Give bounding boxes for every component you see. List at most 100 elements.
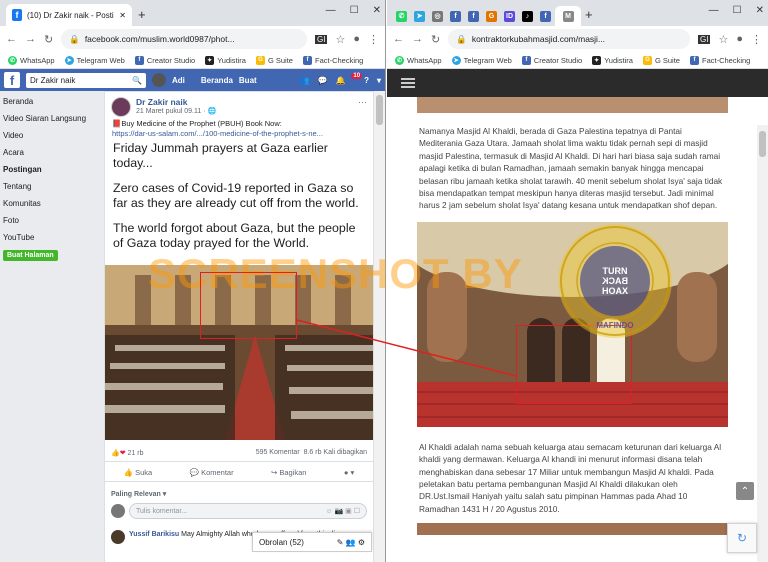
tab-page[interactable]: G bbox=[483, 6, 500, 26]
tab-facebook[interactable]: f (10) Dr Zakir naik - Postingan ✕ bbox=[6, 4, 132, 26]
messenger-icon[interactable]: 💬 bbox=[317, 76, 327, 85]
tab-active[interactable]: M bbox=[555, 6, 581, 26]
star-icon[interactable]: ☆ bbox=[335, 33, 345, 46]
nav-item[interactable]: YouTube bbox=[0, 229, 100, 246]
forward-icon[interactable]: → bbox=[25, 33, 36, 45]
facebook-search-input[interactable]: Dr Zakir naik 🔍 bbox=[26, 72, 146, 88]
post-options-icon[interactable]: ··· bbox=[358, 97, 367, 117]
menu-icon[interactable]: ⋮ bbox=[751, 33, 762, 46]
close-window-icon[interactable]: ✕ bbox=[756, 5, 764, 16]
maximize-icon[interactable]: ☐ bbox=[733, 5, 742, 16]
chat-icons[interactable]: ✎ 👥 ⚙ bbox=[337, 538, 365, 547]
avatar[interactable] bbox=[152, 73, 166, 87]
back-icon[interactable]: ← bbox=[6, 33, 17, 45]
comment-sort[interactable]: Paling Relevan ▾ bbox=[111, 490, 166, 498]
nav-item[interactable]: Komunitas bbox=[0, 195, 100, 212]
bookmark-creator-studio[interactable]: f Creator Studio bbox=[134, 55, 195, 65]
comment-input[interactable]: Tulis komentar... ☺ 📷 ▣ ☐ bbox=[129, 503, 367, 519]
close-window-icon[interactable]: ✕ bbox=[373, 5, 381, 16]
post-author[interactable]: Dr Zakir naik bbox=[136, 97, 216, 107]
notifications-icon[interactable]: 🔔 10 bbox=[335, 72, 363, 85]
nav-buat[interactable]: Buat bbox=[239, 76, 257, 85]
audience-selector[interactable]: ● ▾ bbox=[344, 468, 354, 477]
minimize-icon[interactable]: — bbox=[709, 5, 719, 16]
new-tab-button[interactable]: + bbox=[138, 7, 146, 22]
star-icon[interactable]: ☆ bbox=[718, 33, 728, 46]
telegram-icon: ➤ bbox=[451, 55, 461, 65]
reactions[interactable]: 👍❤ 21 rb bbox=[111, 449, 144, 457]
help-icon[interactable]: ? bbox=[364, 76, 369, 85]
bookmark-whatsapp[interactable]: ✆ WhatsApp bbox=[8, 55, 55, 65]
nav-item[interactable]: Tentang bbox=[0, 178, 100, 195]
back-to-top-button[interactable]: ⌃ bbox=[736, 482, 754, 500]
nav-item[interactable]: Foto bbox=[0, 212, 100, 229]
extension-icon[interactable]: GI bbox=[698, 34, 711, 44]
tab-tiktok[interactable]: ♪ bbox=[519, 6, 536, 26]
nav-item[interactable]: Beranda bbox=[0, 93, 100, 110]
comment-count[interactable]: 595 Komentar bbox=[256, 449, 300, 456]
menu-icon[interactable]: ⋮ bbox=[368, 33, 379, 46]
address-bar[interactable]: 🔒 kontraktorkubahmasjid.com/masji... bbox=[448, 29, 691, 49]
maximize-icon[interactable]: ☐ bbox=[350, 5, 359, 16]
share-count[interactable]: 8.6 rb Kali dibagikan bbox=[304, 449, 367, 456]
nav-item[interactable]: Video Siaran Langsung bbox=[0, 110, 100, 127]
back-icon[interactable]: ← bbox=[393, 33, 404, 45]
telegram-icon: ➤ bbox=[414, 10, 425, 22]
bookmark-telegram[interactable]: ➤ Telegram Web bbox=[64, 55, 125, 65]
facebook-logo-icon[interactable]: f bbox=[4, 72, 20, 88]
nav-item[interactable]: Video bbox=[0, 127, 100, 144]
create-page-button[interactable]: Buat Halaman bbox=[3, 250, 58, 261]
close-tab-icon[interactable]: ✕ bbox=[119, 11, 126, 20]
bookmark-fact-checking[interactable]: f Fact-Checking bbox=[689, 55, 750, 65]
post-date[interactable]: 21 Maret pukul 09.11 · 🌐 bbox=[136, 107, 216, 115]
minimize-icon[interactable]: — bbox=[326, 5, 336, 16]
tab-facebook[interactable]: f bbox=[447, 6, 464, 26]
bookmark-creator-studio[interactable]: f Creator Studio bbox=[521, 55, 582, 65]
scroll-thumb[interactable] bbox=[376, 95, 383, 125]
nav-item-active[interactable]: Postingan bbox=[0, 161, 100, 178]
search-icon[interactable]: 🔍 bbox=[132, 76, 142, 85]
turnbackhoax-stamp: TURN BACK HOAX MAFINDO bbox=[558, 224, 672, 338]
bookmark-telegram[interactable]: ➤ Telegram Web bbox=[451, 55, 512, 65]
scrollbar[interactable] bbox=[374, 91, 385, 562]
bookmark-fact-checking[interactable]: f Fact-Checking bbox=[302, 55, 363, 65]
address-bar[interactable]: 🔒 facebook.com/muslim.world0987/phot... bbox=[61, 29, 308, 49]
bookmark-gsuite[interactable]: GG Suite bbox=[255, 55, 293, 65]
tab-facebook[interactable]: f bbox=[465, 6, 482, 26]
nav-beranda[interactable]: Beranda bbox=[201, 76, 233, 85]
bookmark-whatsapp[interactable]: ✆ WhatsApp bbox=[395, 55, 442, 65]
tab-facebook[interactable]: f bbox=[537, 6, 554, 26]
bookmark-label: Yudistira bbox=[604, 55, 633, 65]
nav-item[interactable]: Acara bbox=[0, 144, 100, 161]
friends-icon[interactable]: 👥 bbox=[300, 76, 310, 85]
bookmark-gsuite[interactable]: GG Suite bbox=[642, 55, 680, 65]
chat-bar[interactable]: Obrolan (52) ✎ 👥 ⚙ bbox=[252, 532, 372, 552]
whatsapp-icon: ✆ bbox=[396, 10, 407, 22]
profile-icon[interactable]: ● bbox=[353, 33, 360, 45]
tab-whatsapp[interactable]: ✆ bbox=[393, 6, 410, 26]
emoji-icon[interactable]: ☺ 📷 ▣ ☐ bbox=[325, 507, 360, 515]
extension-icon[interactable]: GI bbox=[315, 34, 328, 44]
profile-icon[interactable]: ● bbox=[736, 33, 743, 45]
commenter-name[interactable]: Yussif Barikisu bbox=[129, 531, 179, 538]
tab-page[interactable]: ID bbox=[501, 6, 518, 26]
author-avatar[interactable] bbox=[111, 97, 131, 117]
recaptcha-badge[interactable]: ↻ bbox=[727, 523, 757, 553]
share-button[interactable]: ↪ Bagikan bbox=[271, 468, 306, 477]
dropdown-icon[interactable]: ▾ bbox=[377, 76, 381, 85]
bookmark-yudistira[interactable]: ✦ Yudistira bbox=[592, 55, 633, 65]
scrollbar[interactable] bbox=[757, 125, 768, 562]
new-tab-button[interactable]: + bbox=[585, 7, 593, 22]
reload-icon[interactable]: ↻ bbox=[431, 33, 440, 46]
hamburger-menu-icon[interactable] bbox=[401, 78, 415, 88]
scroll-thumb[interactable] bbox=[759, 131, 766, 157]
tab-page[interactable]: ◎ bbox=[429, 6, 446, 26]
forward-icon[interactable]: → bbox=[412, 33, 423, 45]
post-link[interactable]: https://dar-us-salam.com/.../100-medicin… bbox=[105, 129, 373, 138]
user-name[interactable]: Adi bbox=[172, 76, 185, 85]
bookmark-yudistira[interactable]: ✦ Yudistira bbox=[205, 55, 246, 65]
like-button[interactable]: 👍 Suka bbox=[124, 468, 153, 477]
reload-icon[interactable]: ↻ bbox=[44, 33, 53, 46]
comment-button[interactable]: 💬 Komentar bbox=[190, 468, 234, 477]
tab-telegram[interactable]: ➤ bbox=[411, 6, 428, 26]
